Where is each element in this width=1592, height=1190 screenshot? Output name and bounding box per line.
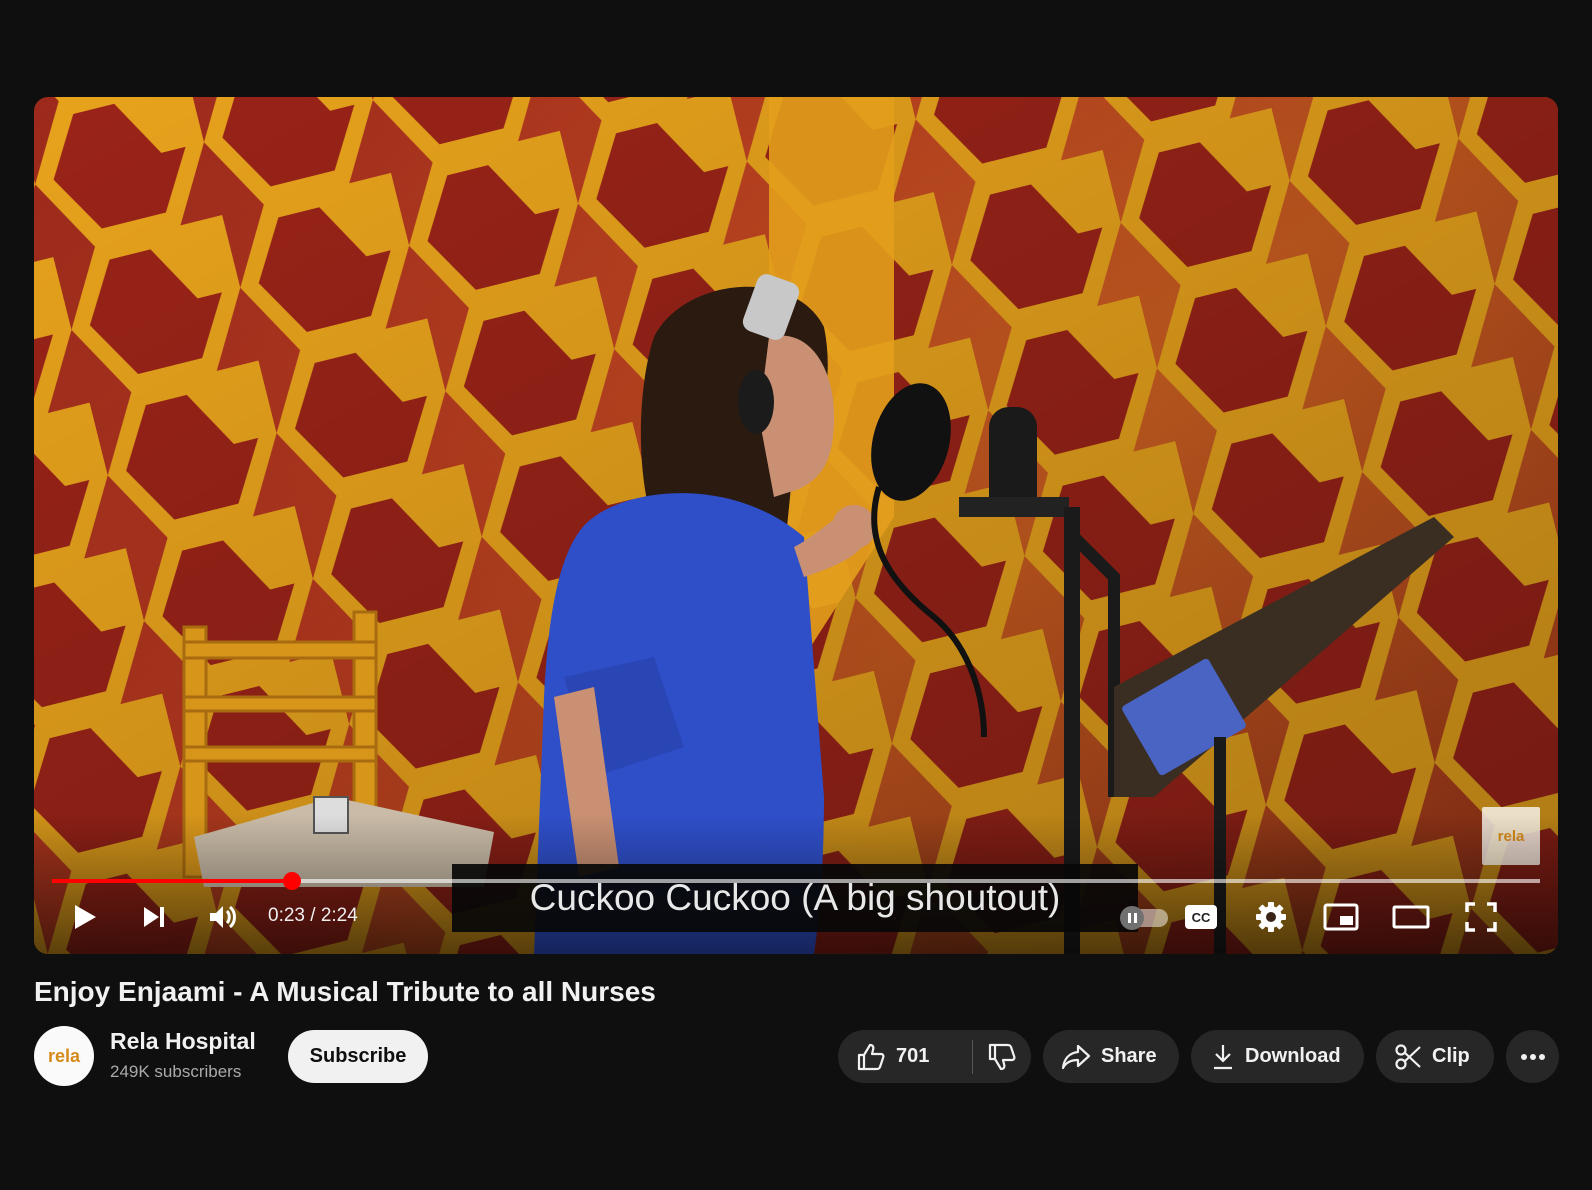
caption-text: Cuckoo Cuckoo (A big shoutout) — [529, 877, 1061, 918]
miniplayer-button[interactable] — [1318, 893, 1364, 941]
theater-icon — [1392, 905, 1430, 929]
video-player[interactable]: rela Cuckoo Cuckoo (A big shoutout) 0:23… — [34, 97, 1558, 954]
autoplay-toggle[interactable] — [1120, 906, 1168, 930]
play-icon — [75, 905, 96, 929]
time-display: 0:23 / 2:24 — [268, 905, 358, 926]
theater-button[interactable] — [1388, 893, 1434, 941]
progress-played — [52, 879, 292, 883]
channel-name[interactable]: Rela Hospital — [110, 1028, 256, 1055]
subscribe-button[interactable]: Subscribe — [288, 1030, 428, 1083]
clip-button[interactable]: Clip — [1376, 1030, 1494, 1083]
dislike-button[interactable] — [973, 1030, 1031, 1083]
miniplayer-icon — [1323, 903, 1359, 931]
like-dislike-group: 701 — [838, 1030, 1031, 1083]
next-button[interactable] — [132, 893, 176, 941]
volume-icon — [210, 905, 236, 929]
more-actions-button[interactable] — [1506, 1030, 1559, 1083]
cc-icon: CC — [1185, 905, 1217, 929]
scissors-icon — [1395, 1043, 1421, 1070]
settings-button[interactable] — [1248, 893, 1294, 941]
subscriber-count: 249K subscribers — [110, 1062, 242, 1081]
autoplay-pause-icon — [1120, 906, 1144, 930]
next-icon — [144, 907, 164, 927]
more-horizontal-icon — [1520, 1053, 1545, 1060]
share-icon — [1061, 1044, 1091, 1069]
share-label: Share — [1101, 1045, 1157, 1067]
download-button[interactable]: Download — [1191, 1030, 1364, 1083]
progress-scrubber[interactable] — [282, 872, 301, 890]
thumbs-up-icon — [857, 1043, 885, 1070]
play-button[interactable] — [62, 893, 106, 941]
share-button[interactable]: Share — [1043, 1030, 1179, 1083]
gear-icon — [1256, 902, 1286, 932]
caption-box: Cuckoo Cuckoo (A big shoutout) — [452, 864, 1138, 932]
mute-button[interactable] — [200, 893, 244, 941]
avatar-logo: rela — [47, 1045, 81, 1066]
video-title: Enjoy Enjaami - A Musical Tribute to all… — [34, 976, 656, 1007]
svg-text:CC: CC — [1192, 910, 1211, 925]
captions-button[interactable]: CC — [1178, 893, 1224, 941]
thumbs-down-icon — [988, 1043, 1016, 1070]
channel-avatar[interactable]: rela — [34, 1026, 94, 1086]
clip-label: Clip — [1432, 1045, 1470, 1067]
like-count: 701 — [896, 1045, 930, 1067]
fullscreen-button[interactable] — [1458, 893, 1504, 941]
download-label: Download — [1245, 1045, 1341, 1067]
like-button[interactable]: 701 — [838, 1030, 972, 1083]
fullscreen-icon — [1465, 902, 1497, 932]
progress-bar[interactable] — [52, 872, 1540, 890]
download-icon — [1214, 1044, 1232, 1069]
